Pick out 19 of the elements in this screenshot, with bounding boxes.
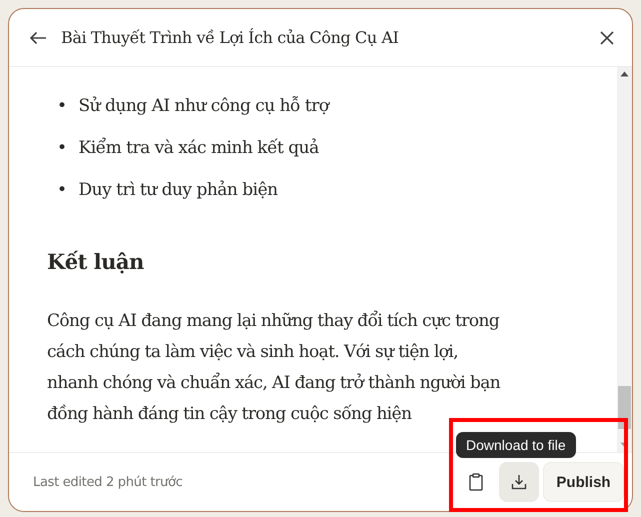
publish-button[interactable]: Publish: [543, 462, 624, 502]
bullet-item: Kiểm tra và xác minh kết quả: [78, 137, 319, 159]
last-edited-text: Last edited 2 phút trước: [33, 474, 184, 490]
close-icon[interactable]: [600, 30, 614, 44]
paragraph: Công cụ AI đang mang lại những thay đổi tích cực trong cách chúng ta làm việc và sinh hoạt. Với sự tiện lợi, nhanh chóng và chuẩn xác, AI đang trở thành người bạn đồng hành đáng tin cậy trong cuộc sống hiện: [47, 310, 500, 426]
back-arrow-icon[interactable]: [29, 30, 47, 44]
bullet-marker: •: [57, 179, 67, 201]
bullet-item: Sử dụng AI như công cụ hỗ trợ: [78, 95, 329, 117]
clipboard-icon: [469, 473, 483, 491]
dialog-title: Bài Thuyết Trình về Lợi Ích của Công Cụ AI: [61, 28, 400, 47]
tooltip: Download to file: [456, 432, 576, 458]
scrollbar[interactable]: [617, 67, 632, 452]
scroll-up-arrow-icon[interactable]: [620, 71, 629, 77]
download-button[interactable]: [499, 462, 539, 502]
download-icon: [511, 474, 527, 490]
section-heading: Kết luận: [47, 249, 145, 274]
bullet-marker: •: [57, 95, 67, 117]
bullet-item: Duy trì tư duy phản biện: [78, 179, 278, 201]
bullet-marker: •: [57, 137, 67, 159]
